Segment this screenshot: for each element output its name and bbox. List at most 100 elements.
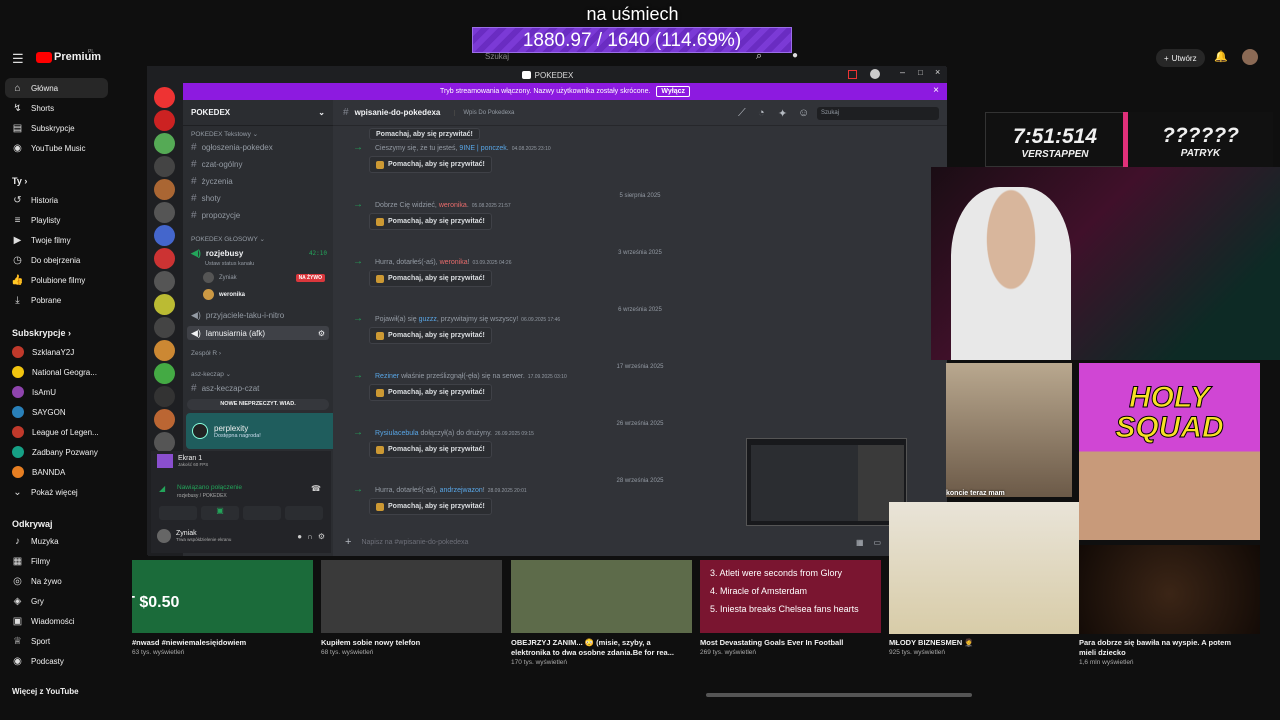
camera-button[interactable]	[159, 506, 197, 520]
video-title[interactable]: OBEJRZYJ ZANIM... 😳 (misie, szyby, a ele…	[511, 638, 681, 658]
sidebar-item-home[interactable]: ⌂ Główna	[5, 78, 108, 98]
sidebar-item-sport[interactable]: ♕ Sport	[12, 631, 132, 651]
voice-user-zyniak[interactable]: Zyniak NA ŻYWO	[203, 272, 325, 283]
settings-icon[interactable]: ⚙	[318, 532, 325, 541]
video-thumbnail[interactable]	[321, 560, 502, 633]
text-channel[interactable]: # ogłoszenia-pokedex	[191, 142, 327, 153]
sidebar-item-gaming[interactable]: ◈ Gry	[12, 591, 132, 611]
soundboard-button[interactable]	[285, 506, 323, 520]
gift-icon[interactable]: ▦	[856, 538, 864, 547]
subscription-item[interactable]: SzklanaY2J	[12, 342, 132, 362]
activity-button[interactable]	[243, 506, 281, 520]
video-card[interactable]: 3. Atleti were seconds from Glory 4. Mira…	[700, 560, 881, 656]
channel-asz-keczap-czat[interactable]: # asz-keczap-czat	[191, 383, 327, 394]
user-panel[interactable]: Zyniak Trwa współdzielenie ekranu ● ∩ ⚙	[157, 529, 325, 543]
sidebar-item-your-videos[interactable]: ▶ Twoje filmy	[12, 230, 132, 250]
sidebar-item-history[interactable]: ↺ Historia	[12, 190, 132, 210]
help-icon[interactable]	[870, 69, 880, 79]
sidebar-item-movies[interactable]: ▦ Filmy	[12, 551, 132, 571]
create-button[interactable]: + Utwórz	[1156, 49, 1205, 67]
server-icon[interactable]	[154, 317, 175, 338]
video-title[interactable]: Para dobrze się bawiła na wyspie. A pote…	[1079, 638, 1249, 658]
new-unread-button[interactable]: NOWE NIEPRZECZYT. WIAD.	[187, 399, 329, 410]
server-icon[interactable]	[154, 156, 175, 177]
username[interactable]: Rysiulacebula	[375, 430, 419, 437]
category-asz[interactable]: asz-keczap ⌄	[191, 370, 231, 378]
video-card[interactable]: OBEJRZYJ ZANIM... 😳 (misie, szyby, a ele…	[511, 560, 692, 666]
screen-preview[interactable]	[746, 438, 907, 526]
video-title[interactable]: #nwasd #niewiemalesięidowiem	[132, 638, 302, 648]
subscription-item[interactable]: IsAmU	[12, 382, 132, 402]
settings-icon[interactable]: ⚙	[318, 329, 325, 338]
voice-channel-przyjaciele[interactable]: ◀) przyjaciele-taku-i-nitro	[191, 310, 327, 321]
plus-circle-icon[interactable]: +	[345, 536, 351, 548]
username[interactable]: weronika	[440, 259, 468, 266]
username[interactable]: Reziner	[375, 373, 399, 380]
sidebar-item-watch-later[interactable]: ◷ Do obejrzenia	[12, 250, 132, 270]
text-channel[interactable]: # shoty	[191, 193, 327, 204]
server-icon[interactable]	[154, 110, 175, 131]
pin-icon[interactable]: ✦	[778, 107, 787, 120]
disconnect-icon[interactable]: ☎	[311, 484, 321, 493]
server-icon[interactable]	[154, 363, 175, 384]
video-title[interactable]: Most Devastating Goals Ever In Football	[700, 638, 870, 648]
sidebar-item-music-explore[interactable]: ♪ Muzyka	[12, 531, 132, 551]
voice-status[interactable]: Ustaw status kanału	[205, 261, 341, 267]
video-thumbnail[interactable]	[511, 560, 692, 633]
username[interactable]: 9INE | ponczek	[459, 145, 506, 152]
chat-search-input[interactable]: Szukaj	[817, 107, 939, 120]
subscription-item[interactable]: League of Legen...	[12, 422, 132, 442]
screen-share-row[interactable]: Ekran 1 Jakość 60 FPS	[157, 454, 208, 468]
wave-button[interactable]: Pomachaj, aby się przywitać!	[369, 498, 492, 515]
wave-button[interactable]: Pomachaj, aby się przywitać!	[369, 156, 492, 173]
horizontal-scrollbar[interactable]	[706, 693, 972, 697]
sidebar-item-music[interactable]: ◉ YouTube Music	[12, 138, 132, 158]
text-channel[interactable]: # życzenia	[191, 176, 327, 187]
sidebar-item-playlists[interactable]: ≡ Playlisty	[12, 210, 132, 230]
menu-icon[interactable]: ☰	[12, 51, 24, 67]
wave-button[interactable]: Pomachaj, aby się przywitać!	[369, 128, 480, 140]
gif-icon[interactable]: ▭	[874, 538, 882, 547]
server-icon[interactable]	[154, 202, 175, 223]
text-channel[interactable]: # propozycje	[191, 210, 327, 221]
inbox-icon[interactable]	[848, 70, 857, 79]
server-icon[interactable]	[154, 409, 175, 430]
sidebar-item-live[interactable]: ◎ Na żywo	[12, 571, 132, 591]
subscription-item[interactable]: BANNDA	[12, 462, 132, 482]
video-title[interactable]: MŁODY BIZNESMEN 🤵	[889, 638, 1059, 648]
voice-channel-afk[interactable]: ◀) lamusiarnia (afk) ⚙	[187, 326, 329, 340]
category-text[interactable]: POKEDEX Tekstowy ⌄	[191, 130, 258, 138]
video-thumbnail[interactable]: 3. Atleti were seconds from Glory 4. Mira…	[700, 560, 881, 633]
subscription-item[interactable]: SAYGON	[12, 402, 132, 422]
wave-button[interactable]: Pomachaj, aby się przywitać!	[369, 441, 492, 458]
server-icon[interactable]	[154, 225, 175, 246]
server-icon[interactable]	[154, 248, 175, 269]
server-icon[interactable]	[154, 294, 175, 315]
server-icon[interactable]	[154, 133, 175, 154]
video-title[interactable]: Kupiłem sobie nowy telefon	[321, 638, 491, 648]
category-zespol[interactable]: Zespół R ›	[191, 350, 221, 357]
video-thumbnail[interactable]: GET $0.50	[132, 560, 313, 633]
bell-icon[interactable]: ◔	[758, 107, 765, 119]
server-header[interactable]: POKEDEX ⌄	[183, 100, 333, 126]
youtube-logo-icon[interactable]	[36, 52, 52, 63]
category-voice[interactable]: POKEDEX GŁOSOWY ⌄	[191, 235, 265, 243]
message-input[interactable]: + Napisz na #wpisanie-do-pokedexa ▦ ▭ ▣ …	[337, 532, 941, 552]
username[interactable]: guzzz	[419, 316, 437, 323]
wave-button[interactable]: Pomachaj, aby się przywitać!	[369, 270, 492, 287]
maximize-icon[interactable]: □	[918, 68, 923, 77]
headphones-icon[interactable]: ∩	[307, 532, 313, 541]
sidebar-item-news[interactable]: ▣ Wiadomości	[12, 611, 132, 631]
mic-icon[interactable]: ●	[792, 50, 798, 61]
banner-close-icon[interactable]: ×	[933, 85, 939, 96]
subscription-item[interactable]: Zadbany Pozwany	[12, 442, 132, 462]
connection-status[interactable]: Nawiązano połączenie	[177, 484, 242, 491]
bell-icon[interactable]: 🔔	[1214, 50, 1228, 63]
show-more-button[interactable]: ⌄ Pokaż więcej	[12, 482, 132, 502]
sidebar-item-downloads[interactable]: ⤓ Pobrane	[12, 290, 132, 310]
members-icon[interactable]: ☺	[798, 107, 809, 119]
server-icon[interactable]	[154, 340, 175, 361]
video-card[interactable]: GET $0.50 #nwasd #niewiemalesięidowiem63 …	[132, 560, 313, 656]
video-card[interactable]: Kupiłem sobie nowy telefon 68 tys. wyświe…	[321, 560, 502, 656]
server-icon[interactable]	[154, 432, 175, 453]
